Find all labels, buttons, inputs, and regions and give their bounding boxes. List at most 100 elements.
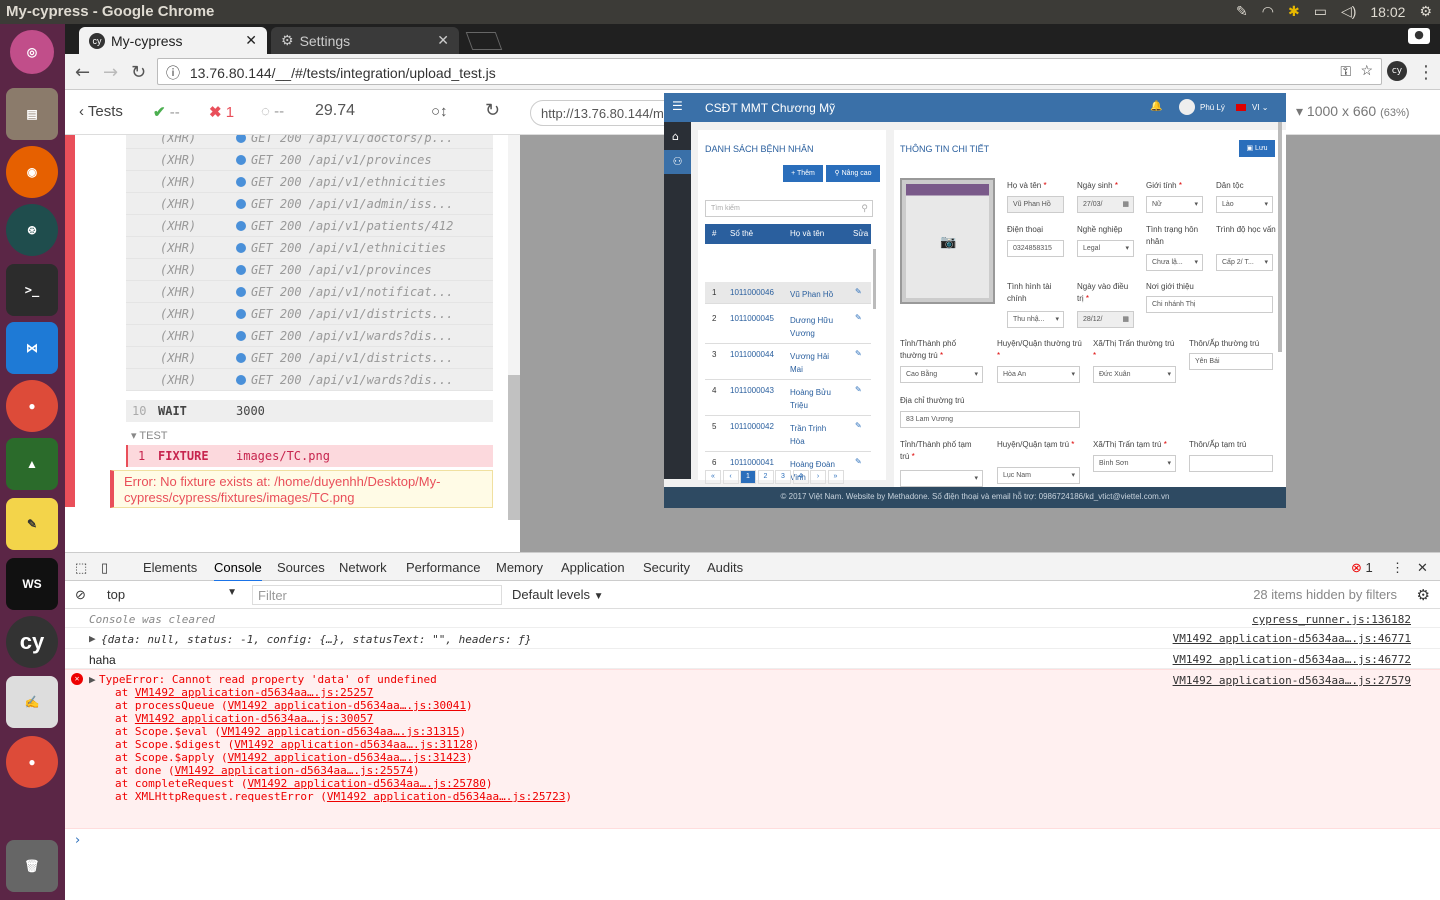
edit-icon[interactable]: ✎ xyxy=(855,457,862,466)
webstorm-icon[interactable]: WS xyxy=(6,558,58,610)
xhr-command[interactable]: (XHR) GET 200 /api/v1/districts... xyxy=(126,347,493,369)
stack-link[interactable]: VM1492 application-d5634aa….js:30057 xyxy=(135,712,373,725)
key-icon[interactable]: ⚿ xyxy=(1340,63,1351,80)
edit-icon[interactable]: ✎ xyxy=(855,313,862,322)
close-tab-icon[interactable]: ✕ xyxy=(437,32,449,49)
avatar[interactable] xyxy=(1179,99,1195,115)
stack-link[interactable]: VM1492 application-d5634aa….js:25780 xyxy=(247,777,485,790)
calendar-icon[interactable]: ▦ xyxy=(1122,200,1129,208)
language-select[interactable]: VI ⌄ xyxy=(1252,103,1269,112)
close-devtools-icon[interactable]: ✕ xyxy=(1417,560,1428,576)
xhr-command[interactable]: (XHR) GET 200 /api/v1/wards?dis... xyxy=(126,369,493,391)
url-input[interactable]: ⓘ 13.76.80.144/__/#/tests/integration/up… xyxy=(157,58,1382,85)
trash-icon[interactable]: 🗑 xyxy=(6,840,58,892)
hamlet-input[interactable]: Yên Bái xyxy=(1189,353,1273,370)
text-editor-icon[interactable]: ✍ xyxy=(6,676,58,728)
new-tab-button[interactable] xyxy=(465,32,503,50)
restart-icon[interactable]: ↻ xyxy=(485,100,500,121)
console-source-link[interactable]: cypress_runner.js:136182 xyxy=(1252,613,1411,626)
command-log-scrollbar[interactable] xyxy=(508,135,520,520)
temp-province-select[interactable]: ▾ xyxy=(900,470,983,487)
firefox-icon[interactable]: ◉ xyxy=(6,146,58,198)
console-prompt[interactable]: › xyxy=(75,833,80,848)
devtools-tab-console[interactable]: Console xyxy=(214,560,262,582)
tests-button[interactable]: ‹ Tests xyxy=(79,103,123,120)
cypress-ext-icon[interactable]: cy xyxy=(1387,61,1407,81)
marital-select[interactable]: Chưa lậ... ▾ xyxy=(1146,254,1203,271)
power-icon[interactable]: ⚙ xyxy=(1419,3,1432,20)
xhr-command[interactable]: (XHR) GET 200 /api/v1/provinces xyxy=(126,149,493,171)
console-source-link[interactable]: VM1492 application-d5634aa….js:27579 xyxy=(1173,674,1411,687)
ward-select[interactable]: Đức Xuân ▾ xyxy=(1093,366,1176,383)
console-filter-input[interactable]: Filter xyxy=(252,585,502,605)
auto-scroll-toggle[interactable]: ○↕ xyxy=(431,103,448,120)
clock[interactable]: 18:02 xyxy=(1370,4,1405,20)
gitkraken-icon[interactable]: ⊛ xyxy=(6,204,58,256)
row-name[interactable]: Vũ Phan Hồ xyxy=(790,288,842,301)
save-button[interactable]: ▣ Lưu xyxy=(1239,140,1275,157)
ubuntu-icon[interactable]: ◎ xyxy=(10,30,54,74)
patient-photo[interactable]: 📷 xyxy=(900,178,995,304)
error-message[interactable]: Error: No fixture exists at: /home/duyen… xyxy=(110,470,493,508)
stack-link[interactable]: VM1492 application-d5634aa….js:31315 xyxy=(221,725,459,738)
xhr-command[interactable]: (XHR) GET 200 /api/v1/patients/412 xyxy=(126,215,493,237)
xhr-command[interactable]: (XHR) GET 200 /api/v1/doctors/p... xyxy=(126,135,493,149)
console-source-link[interactable]: VM1492 application-d5634aa….js:46772 xyxy=(1173,653,1411,666)
devtools-tab-audits[interactable]: Audits xyxy=(707,560,743,575)
stack-link[interactable]: VM1492 application-d5634aa….js:30041 xyxy=(228,699,466,712)
devtools-menu-icon[interactable]: ⋮ xyxy=(1391,560,1404,576)
battery-icon[interactable]: ▭ xyxy=(1314,3,1327,20)
patient-row[interactable]: 3 1011000044 Vương Hải Mai ✎ xyxy=(705,344,871,380)
page-link[interactable]: 3 xyxy=(775,470,791,484)
viewport-info[interactable]: ▾ 1000 x 660 (63%) xyxy=(1296,103,1409,120)
xhr-command[interactable]: (XHR) GET 200 /api/v1/notificat... xyxy=(126,281,493,303)
vscode-icon[interactable]: ⋈ xyxy=(6,322,58,374)
temp-ward-select[interactable]: Bình Sơn ▾ xyxy=(1093,455,1176,472)
row-card[interactable]: 1011000044 xyxy=(730,350,774,359)
hamburger-icon[interactable]: ☰ xyxy=(672,99,683,113)
patient-row[interactable]: 2 1011000045 Dương Hữu Vương ✎ xyxy=(705,308,871,344)
page-link[interactable]: 2 xyxy=(757,470,774,484)
xhr-command[interactable]: (XHR) GET 200 /api/v1/wards?dis... xyxy=(126,325,493,347)
dob-input[interactable]: 27/03/ ▦ xyxy=(1077,196,1134,213)
temp-hamlet-input[interactable] xyxy=(1189,455,1273,472)
app-brand[interactable]: CSĐT MMT Chương Mỹ xyxy=(705,101,835,115)
row-name[interactable]: Trần Trịnh Hòa xyxy=(790,422,842,448)
ethnic-select[interactable]: Lào ▾ xyxy=(1216,196,1273,213)
row-card[interactable]: 1011000041 xyxy=(730,458,774,467)
edit-icon[interactable]: ✎ xyxy=(855,385,862,394)
row-name[interactable]: Dương Hữu Vương xyxy=(790,314,842,340)
row-card[interactable]: 1011000046 xyxy=(730,288,774,297)
notes-tray-icon[interactable]: ✎ xyxy=(1236,3,1248,20)
console-settings-icon[interactable]: ⚙ xyxy=(1417,586,1430,604)
finance-select[interactable]: Thu nhậ... ▾ xyxy=(1007,311,1064,328)
wifi-icon[interactable]: ◠ xyxy=(1262,3,1274,20)
devtools-tab-elements[interactable]: Elements xyxy=(143,560,197,575)
patient-row[interactable]: 5 1011000042 Trần Trịnh Hòa ✎ xyxy=(705,416,871,452)
page-link[interactable]: ‹ xyxy=(722,470,739,484)
console-message[interactable]: ▶ {data: null, status: -1, config: {…}, … xyxy=(65,628,1440,649)
bookmark-star-icon[interactable]: ☆ xyxy=(1360,62,1373,79)
rocket-icon[interactable]: ▲ xyxy=(6,438,58,490)
education-select[interactable]: Cấp 2/ T... ▾ xyxy=(1216,254,1273,271)
clear-console-icon[interactable]: ⊘ xyxy=(75,587,86,603)
page-current[interactable]: 1 xyxy=(740,470,756,484)
forward-icon[interactable]: → xyxy=(103,62,118,83)
expand-icon[interactable]: ▶ xyxy=(89,673,96,686)
patient-row[interactable]: 4 1011000043 Hoàng Bửu Triệu ✎ xyxy=(705,380,871,416)
xhr-command[interactable]: (XHR) GET 200 /api/v1/provinces xyxy=(126,259,493,281)
stack-link[interactable]: VM1492 application-d5634aa….js:25574 xyxy=(175,764,413,777)
xhr-command[interactable]: (XHR) GET 200 /api/v1/ethnicities xyxy=(126,237,493,259)
devtools-tab-network[interactable]: Network xyxy=(339,560,387,575)
log-levels-select[interactable]: Default levels ▼ xyxy=(512,587,604,602)
patient-search-input[interactable]: Tìm kiếm ⚲ xyxy=(705,200,873,217)
page-link[interactable]: › xyxy=(810,470,826,484)
stack-link[interactable]: VM1492 application-d5634aa….js:31128 xyxy=(234,738,472,751)
chrome-icon[interactable]: ● xyxy=(6,380,58,432)
job-select[interactable]: Legal ▾ xyxy=(1077,240,1134,257)
address-input[interactable]: 83 Lam Vương xyxy=(900,411,1080,428)
row-name[interactable]: Hoàng Bửu Triệu xyxy=(790,386,842,412)
devtools-tab-performance[interactable]: Performance xyxy=(406,560,480,575)
back-icon[interactable]: ← xyxy=(75,62,90,83)
add-button[interactable]: + Thêm xyxy=(783,165,823,182)
